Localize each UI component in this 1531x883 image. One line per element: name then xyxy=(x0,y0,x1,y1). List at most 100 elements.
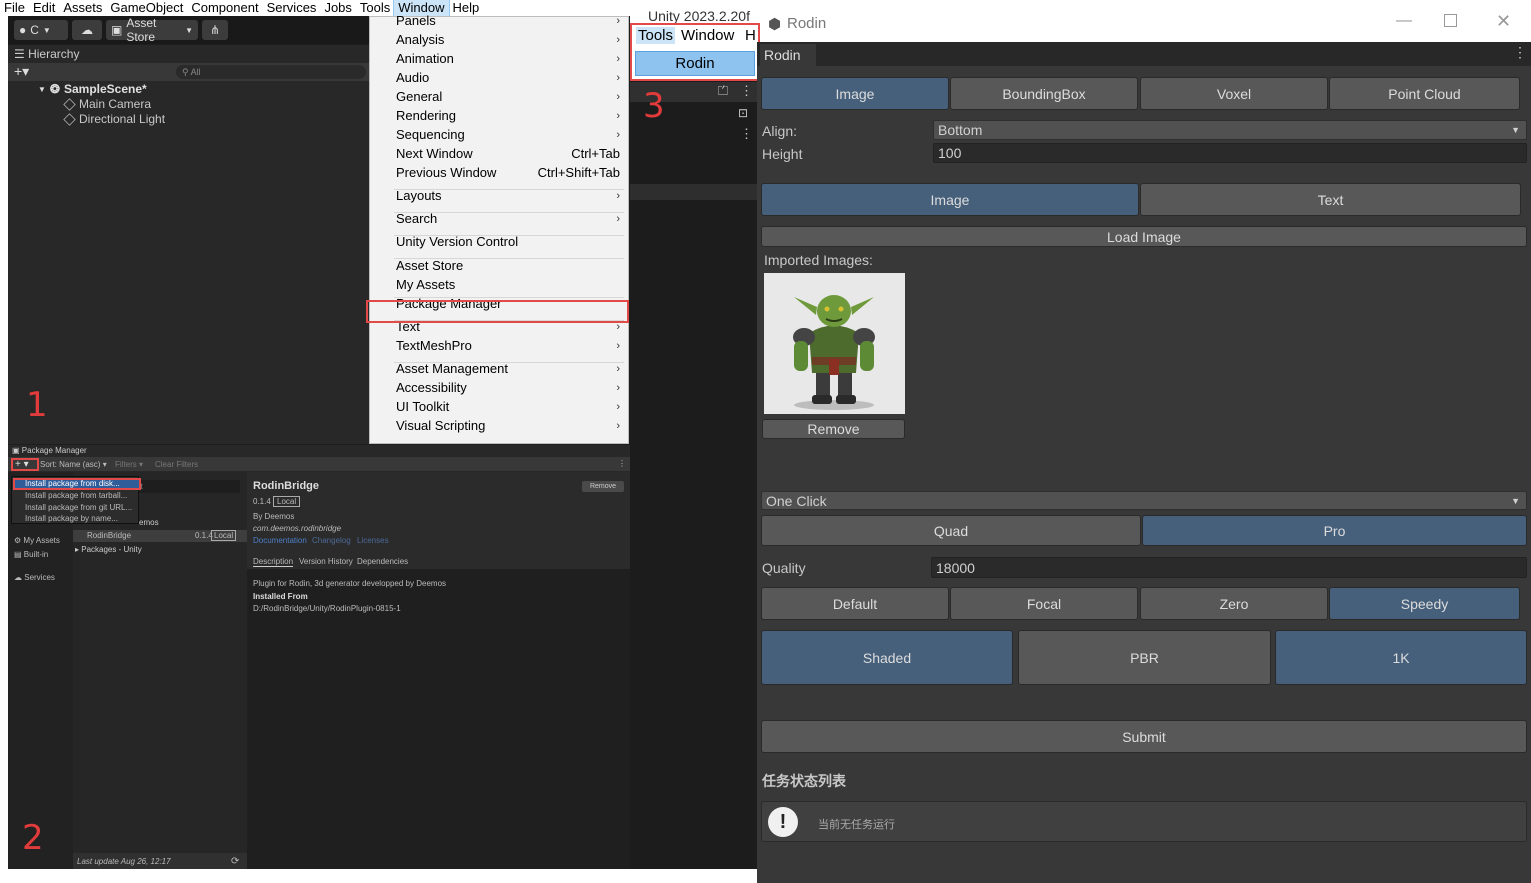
package-search-input[interactable]: ect xyxy=(128,480,240,493)
mode-tab-voxel[interactable]: Voxel xyxy=(1140,77,1328,110)
mode-tab-image[interactable]: Image xyxy=(761,77,949,110)
height-input[interactable]: 100 xyxy=(933,143,1527,163)
menu-tools[interactable]: Tools xyxy=(636,27,676,44)
more-icon[interactable]: ⋮ xyxy=(618,459,626,468)
align-dropdown[interactable]: Bottom ▼ xyxy=(933,120,1527,140)
sort-dropdown[interactable]: Sort: Name (asc) ▾ xyxy=(40,460,107,469)
menu-item-visual-scripting[interactable]: Visual Scripting › xyxy=(396,416,620,435)
lock-icon[interactable]: ⏍ xyxy=(718,83,728,99)
menu-help[interactable]: H xyxy=(745,27,756,44)
package-detail-name: RodinBridge xyxy=(253,480,319,492)
clear-filters-button[interactable]: Clear Filters xyxy=(155,460,198,469)
more-icon[interactable]: ⋮ xyxy=(740,83,753,99)
more-icon[interactable]: ⋮ xyxy=(740,126,753,142)
maximize-icon[interactable] xyxy=(1444,14,1457,27)
rodin-tabbar: Rodin ⋮ xyxy=(757,42,1531,66)
menu-item-install-from-git[interactable]: Install package from git URL... xyxy=(25,503,132,512)
menu-item-animation[interactable]: Animation › xyxy=(396,49,620,68)
input-tab-text[interactable]: Text xyxy=(1140,183,1521,216)
menu-window[interactable]: Window xyxy=(681,27,734,44)
mode-tab-boundingbox[interactable]: BoundingBox xyxy=(950,77,1138,110)
licenses-link[interactable]: Licenses xyxy=(357,536,389,545)
package-row-rodinbridge[interactable]: RodinBridge 0.1.4 Local xyxy=(73,530,247,542)
speed-tab-speedy[interactable]: Speedy xyxy=(1329,587,1520,620)
menu-jobs[interactable]: Jobs xyxy=(320,0,355,16)
menu-item-panels[interactable]: Panels › xyxy=(396,11,620,30)
menu-item-shortcut: Ctrl+Tab xyxy=(571,146,620,161)
tier-tab-quad[interactable]: Quad xyxy=(761,515,1141,546)
package-list-footer: Last update Aug 26, 12:17 ⟳ xyxy=(73,853,247,869)
speed-tab-focal[interactable]: Focal xyxy=(950,587,1138,620)
menu-separator xyxy=(394,212,624,213)
generate-mode-dropdown[interactable]: One Click ▼ xyxy=(761,491,1527,510)
packages-unity-group[interactable]: ▸ Packages - Unity xyxy=(75,545,142,554)
menu-item-next-window[interactable]: Next Window Ctrl+Tab xyxy=(396,144,620,163)
version-control-button[interactable]: ⋔ xyxy=(202,20,228,40)
menu-item-sequencing[interactable]: Sequencing › xyxy=(396,125,620,144)
menu-item-install-by-name[interactable]: Install package by name... xyxy=(25,514,118,523)
menu-item-general[interactable]: General › xyxy=(396,87,620,106)
menu-item-analysis[interactable]: Analysis › xyxy=(396,30,620,49)
package-remove-button[interactable]: Remove xyxy=(582,481,624,492)
sidebar-item-services[interactable]: ☁ Services xyxy=(14,573,55,582)
speed-tab-default[interactable]: Default xyxy=(761,587,949,620)
remove-image-button[interactable]: Remove xyxy=(762,419,905,439)
menu-item-rendering[interactable]: Rendering › xyxy=(396,106,620,125)
load-image-button[interactable]: Load Image xyxy=(761,226,1527,247)
hierarchy-item-directional-light[interactable]: Directional Light xyxy=(63,112,165,126)
menu-item-install-from-disk[interactable]: Install package from disk... xyxy=(25,479,120,488)
asset-store-button[interactable]: ▣ Asset Store ▼ xyxy=(106,16,198,44)
menu-item-my-assets[interactable]: My Assets xyxy=(396,275,620,294)
menu-item-ui-toolkit[interactable]: UI Toolkit › xyxy=(396,397,620,416)
material-tab-1k[interactable]: 1K xyxy=(1275,630,1527,685)
add-package-button[interactable]: + ▾ xyxy=(11,458,39,471)
tab-dependencies[interactable]: Dependencies xyxy=(357,557,408,566)
menu-item-label: Rendering xyxy=(396,108,456,123)
menu-assets[interactable]: Assets xyxy=(59,0,106,16)
sidebar-item-label: Services xyxy=(24,573,55,582)
input-tab-image[interactable]: Image xyxy=(761,183,1139,216)
close-icon[interactable]: ✕ xyxy=(1496,11,1511,32)
menu-item-textmeshpro[interactable]: TextMeshPro › xyxy=(396,336,620,355)
menu-tools[interactable]: Tools xyxy=(356,0,394,16)
material-tab-shaded[interactable]: Shaded xyxy=(761,630,1013,685)
menu-file[interactable]: File xyxy=(0,0,29,16)
tab-version-history[interactable]: Version History xyxy=(299,557,353,566)
menu-edit[interactable]: Edit xyxy=(29,0,59,16)
search-icon[interactable]: ⊡ xyxy=(738,106,748,120)
speed-tab-zero[interactable]: Zero xyxy=(1140,587,1328,620)
sidebar-item-my-assets[interactable]: ⚙ My Assets xyxy=(14,536,60,545)
quality-input[interactable]: 18000 xyxy=(931,557,1527,578)
chevron-down-icon: ▼ xyxy=(1511,495,1520,506)
info-icon: ! xyxy=(768,807,798,837)
menu-item-accessibility[interactable]: Accessibility › xyxy=(396,378,620,397)
menu-item-audio[interactable]: Audio › xyxy=(396,68,620,87)
scene-row[interactable]: ▼ ❂ SampleScene* xyxy=(38,82,147,96)
submit-button[interactable]: Submit xyxy=(761,720,1527,753)
cloud-button[interactable]: ☁ xyxy=(72,20,102,40)
mode-tab-point-cloud[interactable]: Point Cloud xyxy=(1329,77,1520,110)
menu-services[interactable]: Services xyxy=(263,0,321,16)
menu-item-install-from-tarball[interactable]: Install package from tarball... xyxy=(25,491,127,500)
filters-dropdown[interactable]: Filters ▾ xyxy=(115,460,143,469)
unity-logo-icon: ⬢ xyxy=(768,16,782,33)
account-button[interactable]: ● C ▼ xyxy=(14,20,68,40)
minimize-icon[interactable]: — xyxy=(1396,12,1412,30)
menu-component[interactable]: Component xyxy=(187,0,262,16)
changelog-link[interactable]: Changelog xyxy=(312,536,351,545)
rodin-tab[interactable]: Rodin xyxy=(760,44,816,66)
documentation-link[interactable]: Documentation xyxy=(253,536,307,545)
hierarchy-item-main-camera[interactable]: Main Camera xyxy=(63,97,151,111)
menu-gameobject[interactable]: GameObject xyxy=(106,0,187,16)
tier-tab-pro[interactable]: Pro xyxy=(1142,515,1527,546)
hierarchy-search-input[interactable]: ⚲ All xyxy=(176,65,366,79)
refresh-icon[interactable]: ⟳ xyxy=(231,856,239,867)
tab-description[interactable]: Description xyxy=(253,557,294,567)
menu-item-previous-window[interactable]: Previous Window Ctrl+Shift+Tab xyxy=(396,163,620,182)
add-icon[interactable]: +▾ xyxy=(14,63,29,80)
sidebar-item-built-in[interactable]: ▤ Built-in xyxy=(14,550,48,559)
menu-item-rodin[interactable]: Rodin xyxy=(635,51,755,76)
material-tab-pbr[interactable]: PBR xyxy=(1018,630,1271,685)
more-icon[interactable]: ⋮ xyxy=(1513,44,1527,61)
hierarchy-tab[interactable]: ☰ Hierarchy xyxy=(8,45,370,63)
